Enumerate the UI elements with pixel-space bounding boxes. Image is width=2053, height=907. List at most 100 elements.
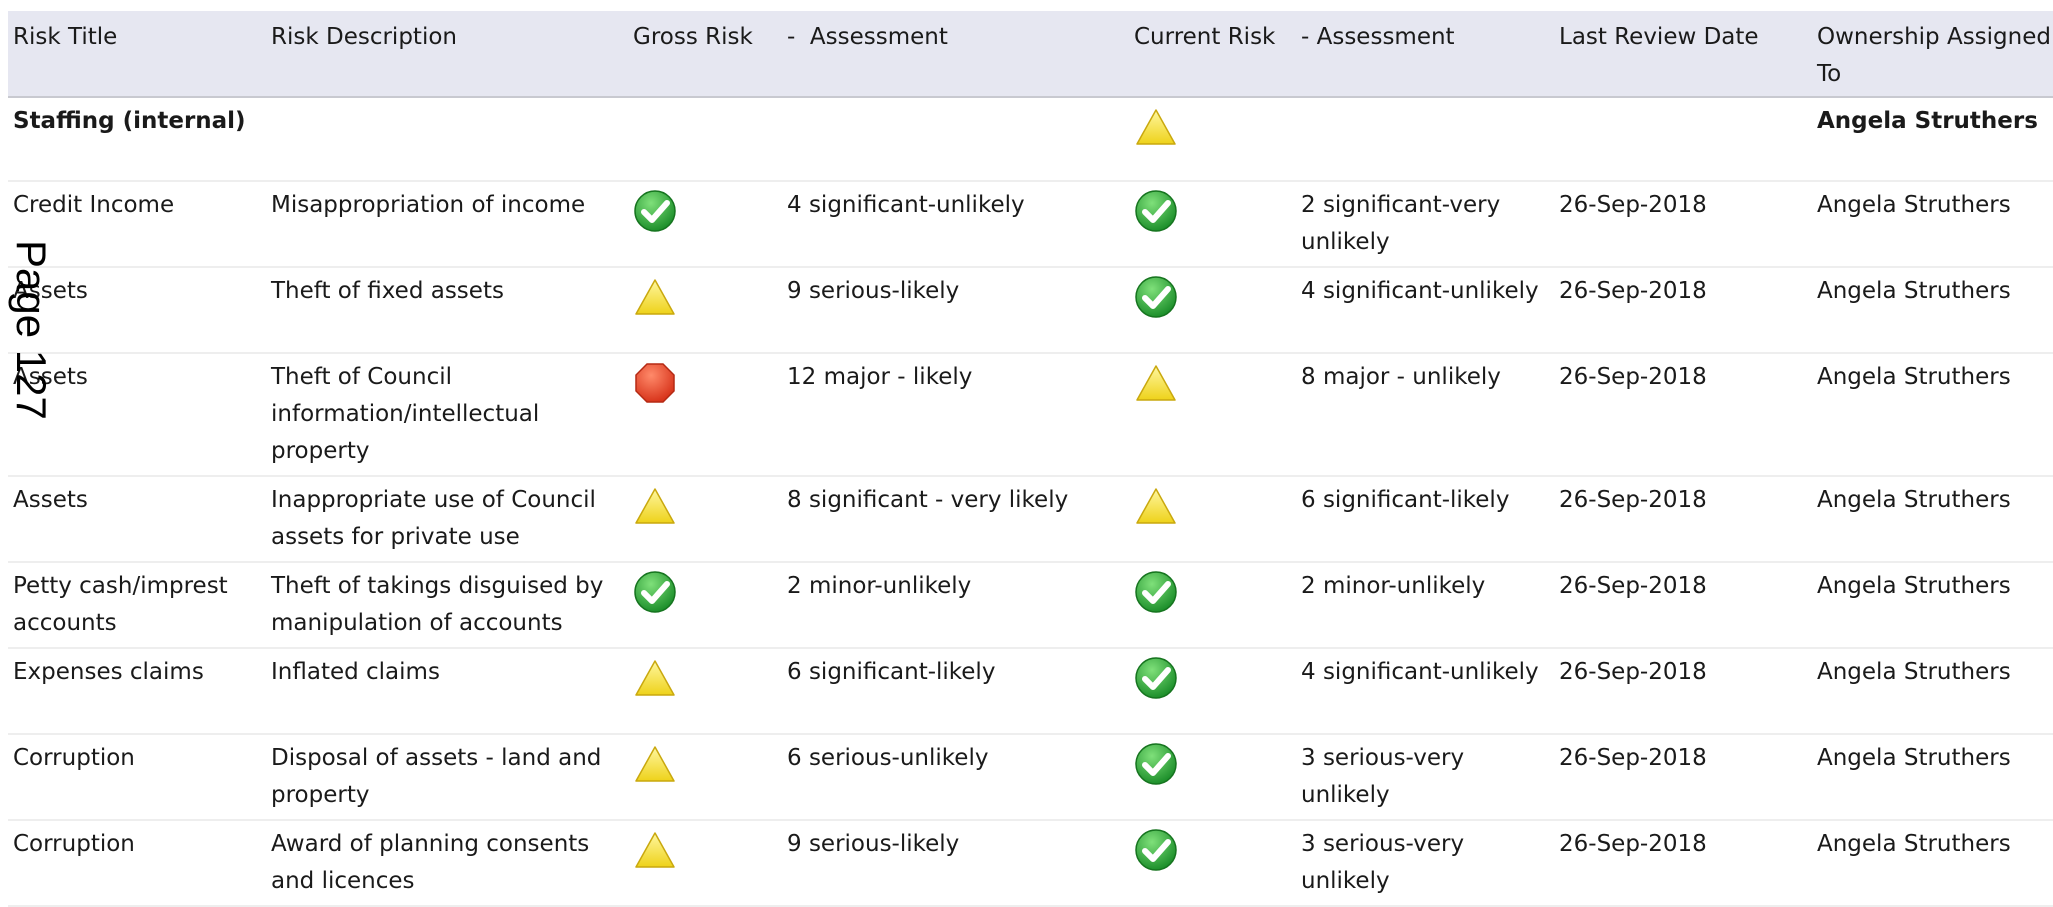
gross-assessment: 6 serious-unlikely bbox=[787, 745, 989, 771]
header-gross-risk: Gross Risk bbox=[633, 24, 753, 50]
gross-risk-indicator bbox=[633, 828, 677, 872]
current-risk-indicator bbox=[1134, 105, 1178, 149]
risk-description: Theft of fixed assets bbox=[271, 278, 504, 304]
check-icon bbox=[1135, 571, 1177, 613]
check-icon bbox=[1135, 190, 1177, 232]
risk-description: Disposal of assets - land and property bbox=[271, 745, 602, 808]
last-review-date: 26-Sep-2018 bbox=[1559, 831, 1707, 857]
gross-risk-indicator bbox=[633, 484, 677, 528]
stop-octagon-icon bbox=[635, 363, 675, 403]
table-row: Assets Theft of fixed assets 9 serious-lik… bbox=[8, 268, 2053, 354]
gross-assessment: 6 significant-likely bbox=[787, 659, 996, 685]
gross-risk-indicator bbox=[633, 742, 677, 786]
table-header: Risk Title Risk Description Gross Risk -… bbox=[8, 11, 2053, 98]
group-row: Staffing (internal) Angela Struthers bbox=[8, 98, 2053, 182]
check-icon bbox=[634, 571, 676, 613]
owner: Angela Struthers bbox=[1817, 659, 2011, 685]
check-icon bbox=[1135, 743, 1177, 785]
header-ownership: Ownership Assigned To bbox=[1817, 24, 2051, 87]
risk-register-table: Risk Title Risk Description Gross Risk -… bbox=[8, 11, 2053, 907]
check-icon bbox=[1135, 276, 1177, 318]
gross-assessment: 9 serious-likely bbox=[787, 278, 960, 304]
warning-triangle-icon bbox=[1136, 109, 1176, 145]
current-risk-indicator bbox=[1134, 570, 1178, 614]
gross-assessment: 12 major - likely bbox=[787, 364, 973, 390]
risk-description: Theft of Council information/intellectua… bbox=[271, 364, 540, 464]
last-review-date: 26-Sep-2018 bbox=[1559, 364, 1707, 390]
current-assessment: 3 serious-very unlikely bbox=[1301, 745, 1465, 808]
header-risk-description: Risk Description bbox=[271, 24, 457, 50]
risk-description: Award of planning consents and licences bbox=[271, 831, 590, 894]
current-risk-indicator bbox=[1134, 656, 1178, 700]
risk-description: Theft of takings disguised by manipulati… bbox=[271, 573, 604, 636]
owner: Angela Struthers bbox=[1817, 573, 2011, 599]
current-assessment: 6 significant-likely bbox=[1301, 487, 1510, 513]
risk-description: Misappropriation of income bbox=[271, 192, 586, 218]
current-assessment: 3 serious-very unlikely bbox=[1301, 831, 1465, 894]
current-risk-indicator bbox=[1134, 484, 1178, 528]
warning-triangle-icon bbox=[635, 832, 675, 868]
gross-risk-indicator bbox=[633, 189, 677, 233]
check-icon bbox=[1135, 829, 1177, 871]
last-review-date: 26-Sep-2018 bbox=[1559, 573, 1707, 599]
current-risk-indicator bbox=[1134, 189, 1178, 233]
gross-risk-indicator bbox=[633, 570, 677, 614]
warning-triangle-icon bbox=[635, 660, 675, 696]
risk-description: Inflated claims bbox=[271, 659, 440, 685]
last-review-date: 26-Sep-2018 bbox=[1559, 487, 1707, 513]
header-gross-assessment: - Assessment bbox=[787, 24, 948, 50]
header-risk-title: Risk Title bbox=[13, 24, 118, 50]
owner: Angela Struthers bbox=[1817, 278, 2011, 304]
gross-risk-indicator bbox=[633, 361, 677, 405]
current-risk-indicator bbox=[1134, 742, 1178, 786]
gross-assessment: 9 serious-likely bbox=[787, 831, 960, 857]
check-icon bbox=[634, 190, 676, 232]
gross-risk-indicator bbox=[633, 656, 677, 700]
last-review-date: 26-Sep-2018 bbox=[1559, 745, 1707, 771]
risk-title: Assets bbox=[13, 487, 88, 513]
group-owner: Angela Struthers bbox=[1817, 108, 2038, 134]
table-row: Petty cash/imprest accounts Theft of taki… bbox=[8, 563, 2053, 649]
owner: Angela Struthers bbox=[1817, 192, 2011, 218]
owner: Angela Struthers bbox=[1817, 831, 2011, 857]
check-icon bbox=[1135, 657, 1177, 699]
current-risk-indicator bbox=[1134, 275, 1178, 319]
risk-title: Expenses claims bbox=[13, 659, 204, 685]
table-row: Assets Theft of Council information/intel… bbox=[8, 354, 2053, 477]
current-assessment: 2 minor-unlikely bbox=[1301, 573, 1486, 599]
table-row: Credit Income Misappropriation of income 4… bbox=[8, 182, 2053, 268]
risk-title: Corruption bbox=[13, 831, 135, 857]
table-row: Assets Inappropriate use of Council asset… bbox=[8, 477, 2053, 563]
risk-title: Corruption bbox=[13, 745, 135, 771]
header-last-review-date: Last Review Date bbox=[1559, 24, 1759, 50]
gross-assessment: 8 significant - very likely bbox=[787, 487, 1069, 513]
warning-triangle-icon bbox=[1136, 365, 1176, 401]
header-current-risk: Current Risk bbox=[1134, 24, 1276, 50]
risk-title: Credit Income bbox=[13, 192, 175, 218]
table-row: Corruption Disposal of assets - land and … bbox=[8, 735, 2053, 821]
current-risk-indicator bbox=[1134, 828, 1178, 872]
group-title: Staffing (internal) bbox=[13, 108, 246, 134]
current-risk-indicator bbox=[1134, 361, 1178, 405]
page-number-marker: Page 127 bbox=[8, 240, 55, 420]
gross-assessment: 4 significant-unlikely bbox=[787, 192, 1025, 218]
current-assessment: 2 significant-very unlikely bbox=[1301, 192, 1501, 255]
warning-triangle-icon bbox=[635, 746, 675, 782]
last-review-date: 26-Sep-2018 bbox=[1559, 659, 1707, 685]
current-assessment: 8 major - unlikely bbox=[1301, 364, 1501, 390]
risk-description: Inappropriate use of Council assets for … bbox=[271, 487, 596, 550]
gross-assessment: 2 minor-unlikely bbox=[787, 573, 972, 599]
warning-triangle-icon bbox=[635, 279, 675, 315]
gross-risk-indicator bbox=[633, 275, 677, 319]
last-review-date: 26-Sep-2018 bbox=[1559, 278, 1707, 304]
table-row: Corruption Award of planning consents and… bbox=[8, 821, 2053, 907]
table-row: Expenses claims Inflated claims 6 signific… bbox=[8, 649, 2053, 735]
owner: Angela Struthers bbox=[1817, 745, 2011, 771]
last-review-date: 26-Sep-2018 bbox=[1559, 192, 1707, 218]
warning-triangle-icon bbox=[1136, 488, 1176, 524]
header-current-assessment: - Assessment bbox=[1301, 24, 1455, 50]
current-assessment: 4 significant-unlikely bbox=[1301, 278, 1539, 304]
warning-triangle-icon bbox=[635, 488, 675, 524]
owner: Angela Struthers bbox=[1817, 364, 2011, 390]
current-assessment: 4 significant-unlikely bbox=[1301, 659, 1539, 685]
